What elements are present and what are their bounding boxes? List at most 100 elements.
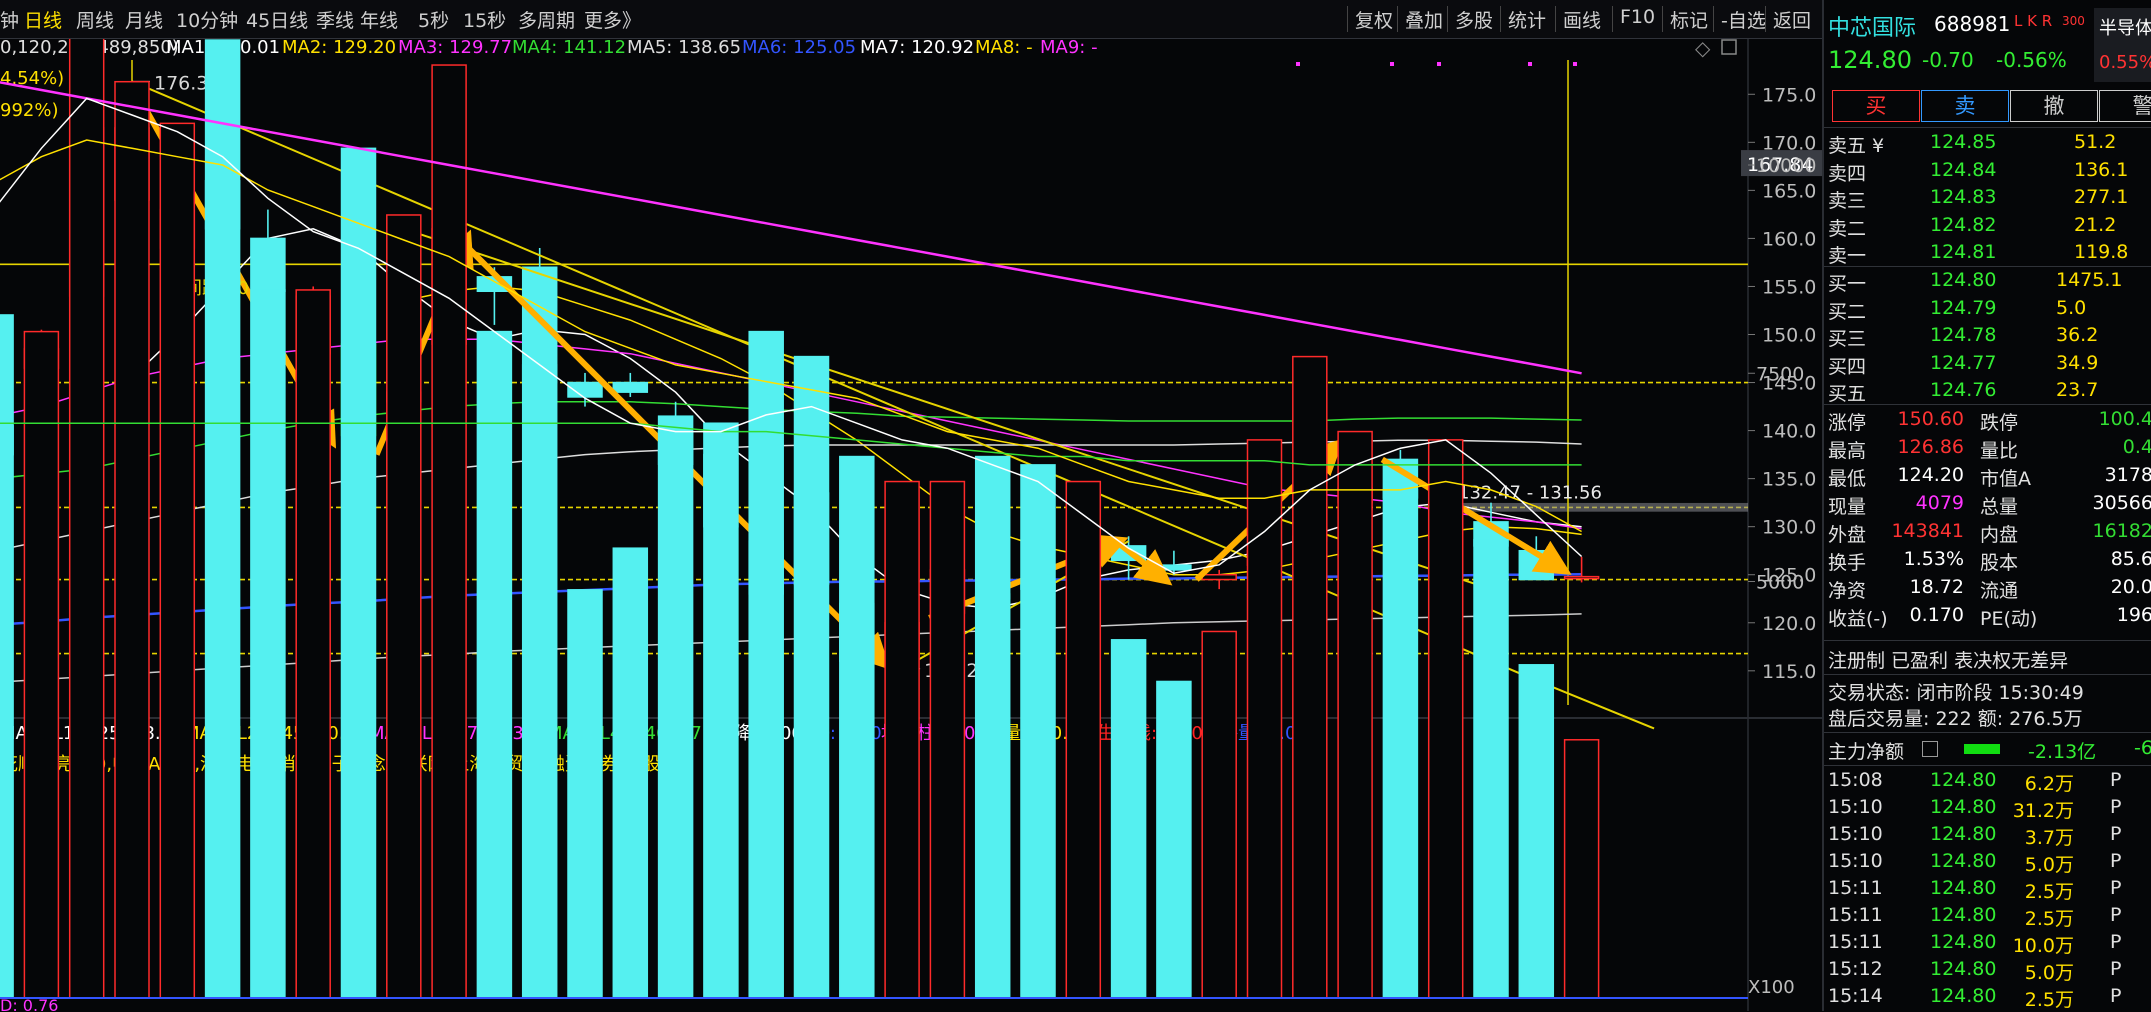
tick-volume: 5.0万	[2024, 854, 2074, 876]
volume-bar	[431, 64, 467, 999]
tool-7[interactable]: -自选	[1721, 6, 1766, 33]
bid-price: 124.76	[1930, 379, 1997, 401]
bid-volume: 34.9	[2056, 351, 2099, 374]
toolbar-separator	[1347, 6, 1348, 32]
main-flow-extra: -6	[2134, 737, 2151, 759]
trade-button-2[interactable]: 撤	[2010, 90, 2098, 122]
ask-label: 卖五 ¥	[1828, 135, 1885, 157]
marker-dot	[1437, 62, 1441, 66]
marker-dot	[1296, 62, 1300, 66]
volume-bar	[340, 147, 377, 999]
panel-divider	[1824, 765, 2151, 766]
volume-bar	[929, 480, 966, 999]
multiplier-label: X100	[1748, 977, 1795, 998]
price-change-pct: -0.56%	[1996, 48, 2067, 72]
tab-5[interactable]: 45日线	[246, 6, 308, 33]
bid-volume: 5.0	[2056, 296, 2087, 319]
volume-bar	[703, 422, 739, 999]
volume-bar	[1382, 489, 1419, 999]
tab-2[interactable]: 周线	[76, 6, 114, 33]
after-hours-volume: 盘后交易量: 222 额: 276.5万	[1828, 708, 2083, 730]
menu-icon[interactable]	[1922, 741, 1938, 757]
bid-price: 124.80	[1930, 269, 1997, 291]
tab-3[interactable]: 月线	[125, 6, 163, 33]
tab-11[interactable]: 更多》	[584, 6, 641, 33]
bid-price: 124.79	[1930, 296, 1997, 319]
bid-price: 124.78	[1930, 324, 1997, 346]
volume-bar	[1201, 630, 1237, 999]
price-tick-label: 120.0	[1762, 613, 1816, 635]
window-icon[interactable]	[1721, 39, 1737, 55]
volume-bar	[204, 39, 241, 999]
range-band	[1455, 502, 1748, 512]
stat-value: 30566	[2092, 492, 2151, 514]
ask-price: 124.85	[1930, 131, 1997, 153]
tick-volume: 6.2万	[2024, 773, 2074, 795]
tab-6[interactable]: 季线	[316, 6, 354, 33]
volume-bar	[1156, 680, 1192, 999]
trade-button-3[interactable]: 警	[2099, 90, 2151, 122]
price-tick-label: 165.0	[1762, 180, 1816, 202]
volume-bar	[1292, 355, 1328, 999]
tick-side: P	[2110, 985, 2122, 1007]
tool-4[interactable]: 画线	[1563, 6, 1601, 33]
toolbar-separator	[1713, 6, 1714, 32]
volume-bar	[1065, 480, 1102, 999]
tab-0[interactable]: 钟	[0, 6, 19, 33]
volume-bar	[657, 430, 694, 999]
tool-8[interactable]: 返回	[1773, 6, 1811, 33]
tool-3[interactable]: 统计	[1508, 6, 1546, 33]
marker-dot	[1390, 62, 1394, 66]
volume-bar	[974, 455, 1011, 999]
pct-label-2: 992%)	[0, 100, 58, 121]
tool-6[interactable]: 标记	[1670, 6, 1708, 33]
volume-bar	[1337, 430, 1373, 999]
ma-legend-item: MA4: 141.12	[512, 37, 626, 58]
volume-bar	[1110, 639, 1147, 999]
ma-legend-item: MA8: -	[975, 37, 1033, 58]
trade-button-0[interactable]: 买	[1832, 90, 1920, 122]
stat-value: 0.4	[2122, 436, 2151, 458]
price-tick-label: 115.0	[1762, 661, 1816, 683]
tick-side: P	[2110, 904, 2122, 926]
ma-legend-item: MA5: 138.65	[627, 37, 741, 58]
bid-volume: 36.2	[2056, 324, 2099, 346]
diamond-icon[interactable]: ◇	[1695, 36, 1711, 60]
chart-area[interactable]: 175.0 170.0 165.0 160.0 155.0 150.0 145.0 140.0…	[0, 0, 1822, 1011]
toolbar-separator	[1662, 6, 1663, 32]
vol-tick-label: 5000	[1756, 572, 1804, 594]
volume-bar	[1020, 464, 1056, 999]
volume-bar	[839, 455, 875, 999]
price-tick-label: 130.0	[1762, 517, 1816, 539]
tick-side: P	[2110, 877, 2122, 899]
volume-bar	[114, 80, 150, 999]
tab-1[interactable]: 日线	[24, 6, 62, 33]
price-tick-label: 175.0	[1762, 84, 1816, 106]
trade-button-1[interactable]: 卖	[1921, 90, 2009, 122]
bid-label: 买二	[1828, 300, 1867, 323]
panel-divider	[1824, 127, 2151, 128]
tab-9[interactable]: 15秒	[463, 6, 506, 33]
toolbar-separator	[1765, 6, 1766, 32]
tool-2[interactable]: 多股	[1455, 6, 1493, 33]
registration-info: 注册制 已盈利 表决权无差异	[1828, 650, 2069, 672]
tool-0[interactable]: 复权	[1355, 6, 1393, 33]
stat-value: 3178	[2104, 464, 2151, 486]
stock-index-tag: 300	[2062, 14, 2085, 28]
ask-volume: 51.2	[2074, 131, 2117, 153]
tab-4[interactable]: 10分钟	[176, 6, 238, 33]
price-change: -0.70	[1922, 48, 1974, 72]
bid-label: 买四	[1828, 355, 1867, 378]
stat-value: 16182	[2092, 520, 2151, 542]
toolbar-separator	[1612, 6, 1613, 32]
bid-label: 买三	[1828, 328, 1867, 350]
tool-1[interactable]: 叠加	[1405, 6, 1443, 33]
candlestick-chart[interactable]: 175.0170.0165.0160.0155.0150.0145.0140.0…	[0, 0, 1822, 1011]
tab-7[interactable]: 年线	[360, 6, 398, 33]
marker-dot	[1528, 62, 1532, 66]
tab-10[interactable]: 多周期	[518, 6, 575, 33]
stat-value: 20.0	[2110, 576, 2151, 598]
tab-8[interactable]: 5秒	[418, 6, 449, 33]
volume-bar	[68, 0, 105, 999]
tool-5[interactable]: F10	[1620, 6, 1655, 28]
